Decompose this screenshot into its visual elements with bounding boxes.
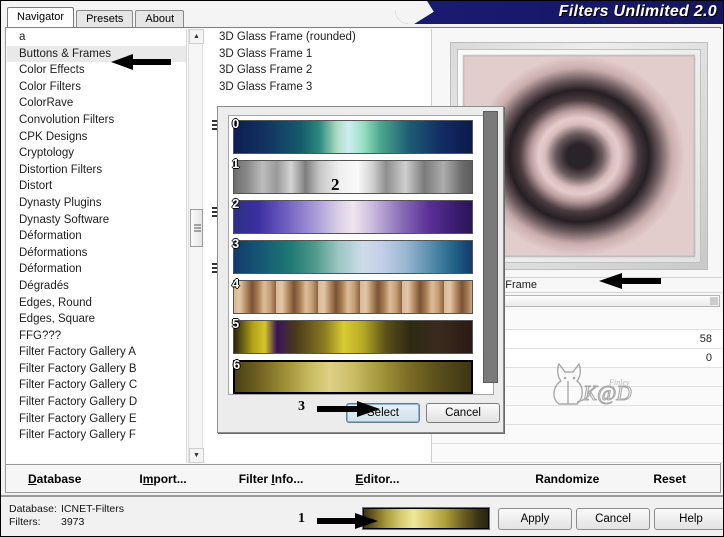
app-title: Filters Unlimited 2.0: [558, 3, 717, 20]
menu-filter-info-rest: nfo...: [274, 471, 304, 486]
category-list[interactable]: a Buttons & Frames Color Effects Color Filt…: [7, 29, 187, 463]
filter-item[interactable]: 3D Glass Frame 2: [205, 62, 430, 79]
title-banner: Filters Unlimited 2.0: [395, 1, 723, 24]
category-list-scrollbar[interactable]: ▲ ▼: [188, 29, 204, 463]
tab-strip: Navigator Presets About: [7, 7, 186, 27]
gradient-row-number: 3: [232, 236, 240, 251]
gradient-list-scrollbar[interactable]: [483, 111, 498, 383]
status-filters-line: Filters: 3973: [9, 516, 124, 529]
category-item[interactable]: Déformations: [7, 245, 186, 262]
menu-import-rest: port...: [153, 471, 187, 486]
bottom-menu-bar: Database Import... Filter Info... Editor…: [5, 465, 721, 493]
menu-database[interactable]: Database: [28, 472, 81, 486]
menu-editor-rest: ditor...: [363, 471, 400, 486]
filter-item[interactable]: 3D Glass Frame 1: [205, 46, 430, 63]
gradient-row[interactable]: 2: [232, 196, 473, 234]
dialog-grip-icon-3: [212, 263, 217, 274]
help-button[interactable]: Help: [654, 508, 723, 530]
apply-button[interactable]: Apply: [498, 508, 572, 530]
menu-import-accel: m: [142, 471, 154, 486]
category-item[interactable]: Filter Factory Gallery C: [7, 377, 186, 394]
category-item[interactable]: Filter Factory Gallery B: [7, 361, 186, 378]
gradient-row[interactable]: 1: [232, 156, 473, 194]
annotation-arrow-1-icon: [317, 513, 378, 529]
tab-navigator[interactable]: Navigator: [7, 7, 75, 27]
category-item[interactable]: Convolution Filters: [7, 112, 186, 129]
filter-item[interactable]: 3D Glass Frame (rounded): [205, 29, 430, 46]
gradient-row[interactable]: 0: [232, 116, 473, 154]
menu-filter-info[interactable]: Filter Info...: [239, 472, 304, 486]
category-item[interactable]: a: [7, 29, 186, 46]
filter-item[interactable]: 3D Glass Frame 3: [205, 79, 430, 96]
gradient-row[interactable]: 4: [232, 276, 473, 314]
current-gradient-swatch[interactable]: [362, 507, 490, 530]
tab-about[interactable]: About: [135, 10, 185, 27]
annotation-arrow-category-icon: [111, 54, 171, 70]
gradient-row-number: 0: [232, 116, 240, 131]
menu-filter-info-pre: Filter: [238, 471, 272, 486]
scrollbar-grip-icon: [194, 224, 201, 232]
category-item[interactable]: ColorRave: [7, 95, 186, 112]
gradient-row[interactable]: 3: [232, 236, 473, 274]
scroll-down-icon[interactable]: ▼: [189, 448, 204, 463]
menu-randomize[interactable]: Randomize: [535, 472, 599, 486]
filters-unlimited-window: Filters Unlimited 2.0 Navigator Presets …: [0, 0, 724, 537]
dialog-cancel-button[interactable]: Cancel: [426, 403, 500, 423]
category-item[interactable]: Distort: [7, 178, 186, 195]
param-value-2: 0: [705, 352, 712, 364]
status-text-block: Database: ICNET-Filters Filters: 3973: [9, 503, 124, 529]
gradient-row[interactable]: 5: [232, 316, 473, 354]
category-item[interactable]: Déformation: [7, 228, 186, 245]
category-item[interactable]: Dynasty Plugins: [7, 195, 186, 212]
category-item[interactable]: Filter Factory Gallery E: [7, 411, 186, 428]
category-item[interactable]: Filter Factory Gallery A: [7, 344, 186, 361]
status-filters-value: 3973: [61, 516, 85, 528]
gradient-row-number: 6: [233, 357, 241, 372]
menu-editor[interactable]: Editor...: [355, 472, 399, 486]
scrollbar-thumb[interactable]: [190, 209, 203, 247]
annotation-number-2: 2: [331, 175, 340, 194]
category-item[interactable]: Edges, Round: [7, 295, 186, 312]
category-item[interactable]: Filter Factory Gallery F: [7, 427, 186, 444]
cancel-button[interactable]: Cancel: [576, 508, 650, 530]
annotation-number-1: 1: [298, 511, 305, 526]
category-item[interactable]: CPK Designs: [7, 129, 186, 146]
category-item[interactable]: Color Filters: [7, 79, 186, 96]
category-item[interactable]: Filter Factory Gallery D: [7, 394, 186, 411]
annotation-arrow-effect-label-icon: [599, 273, 661, 289]
category-item[interactable]: Dynasty Software: [7, 212, 186, 229]
menu-import[interactable]: Import...: [139, 472, 186, 486]
gradient-row-number: 4: [232, 276, 240, 291]
category-item[interactable]: Distortion Filters: [7, 162, 186, 179]
current-gradient-fill: [364, 509, 488, 528]
gradient-row-number: 1: [232, 156, 240, 171]
annotation-number-3: 3: [298, 399, 305, 414]
annotation-arrow-3-icon: [317, 401, 380, 417]
status-database-key: Database:: [9, 503, 57, 515]
status-filters-key: Filters:: [9, 516, 41, 528]
category-item[interactable]: Cryptology: [7, 145, 186, 162]
gradient-row-number: 2: [232, 196, 240, 211]
menu-database-accel: D: [28, 471, 37, 486]
menu-reset[interactable]: Reset: [653, 472, 686, 486]
dialog-grip-icon-2: [212, 207, 217, 218]
gradient-row[interactable]: 6: [233, 357, 473, 394]
gradient-list[interactable]: 0 1 2 3 4 5 6: [228, 115, 494, 395]
category-item[interactable]: Déformation: [7, 261, 186, 278]
menu-database-rest: atabase: [36, 471, 82, 486]
tab-presets[interactable]: Presets: [76, 10, 134, 27]
dialog-grip-icon-1: [212, 120, 217, 131]
gradient-row-number: 5: [232, 316, 240, 331]
category-item[interactable]: Edges, Square: [7, 311, 186, 328]
status-database-line: Database: ICNET-Filters: [9, 503, 124, 516]
gradient-chooser-dialog: 0123456 Select Cancel: [212, 106, 504, 433]
param-row-blank-6: [432, 444, 722, 463]
scroll-up-icon[interactable]: ▲: [189, 29, 204, 44]
category-item[interactable]: Dégradés: [7, 278, 186, 295]
status-database-value: ICNET-Filters: [61, 503, 124, 515]
param-value-1: 58: [699, 333, 712, 345]
category-item[interactable]: FFG???: [7, 328, 186, 345]
